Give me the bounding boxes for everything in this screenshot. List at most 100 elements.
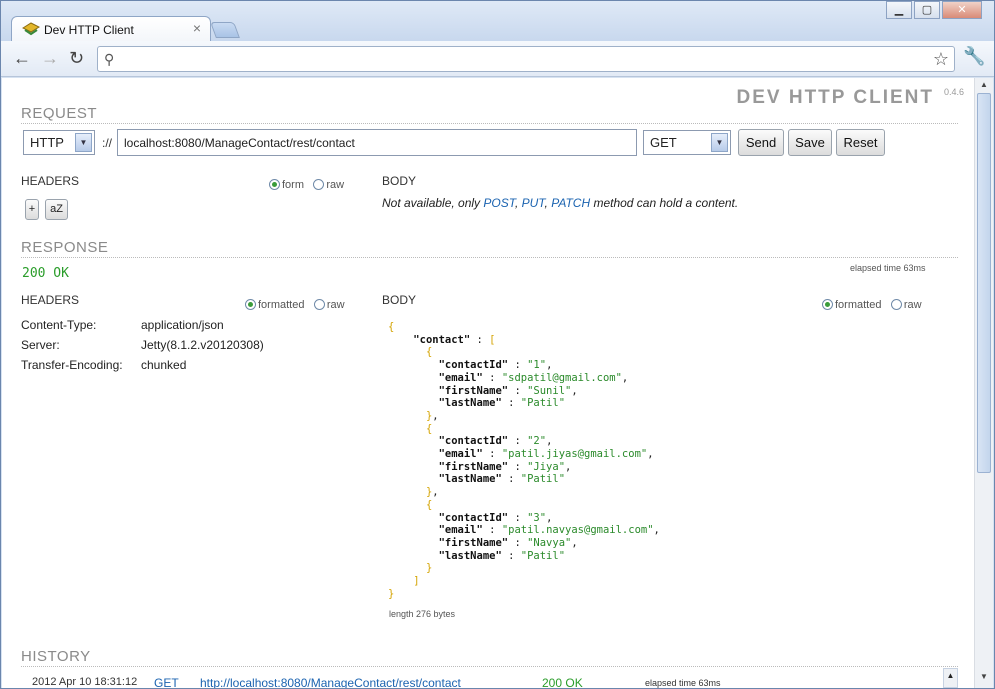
- tab-close-icon[interactable]: ×: [193, 20, 201, 36]
- patch-link[interactable]: PATCH: [551, 196, 590, 210]
- response-body-label: BODY: [382, 293, 417, 307]
- radio-form-label: form: [282, 179, 304, 191]
- json-object-close: }: [425, 562, 433, 575]
- radio-raw-label: raw: [326, 179, 345, 191]
- json-close-brace: }: [388, 587, 395, 600]
- response-body-mode: formatted raw: [822, 297, 928, 311]
- json-field: "lastName" : "Patil": [438, 473, 566, 486]
- radio-formatted[interactable]: [822, 299, 833, 310]
- minimize-button[interactable]: ▁: [886, 1, 912, 19]
- tab-strip: Dev HTTP Client × ▁ ▢ ✕: [1, 1, 994, 42]
- radio-raw-label: raw: [903, 299, 922, 311]
- request-headers-mode: form raw: [269, 177, 350, 191]
- json-field: "firstName" : "Jiya",: [438, 460, 572, 473]
- radio-raw[interactable]: [313, 299, 325, 310]
- body-note-prefix: Not available, only: [382, 196, 484, 210]
- json-object-open: {: [425, 422, 433, 435]
- post-link[interactable]: POST: [483, 196, 515, 210]
- response-headers-label: HEADERS: [21, 293, 80, 307]
- request-body-label: BODY: [382, 174, 417, 188]
- forward-button[interactable]: →: [41, 49, 59, 67]
- wrench-icon[interactable]: 🔧: [963, 46, 985, 67]
- close-window-button[interactable]: ✕: [942, 1, 982, 19]
- json-object-open: {: [425, 498, 433, 511]
- method-value: GET: [650, 135, 677, 150]
- response-heading: RESPONSE: [21, 239, 958, 258]
- radio-formatted-label: formatted: [258, 299, 305, 311]
- response-header-row: Server: Jetty(8.1.2.v20120308): [21, 338, 264, 352]
- json-object-close: },: [425, 409, 439, 422]
- url-separator: ://: [102, 136, 113, 150]
- tab-title: Dev HTTP Client: [44, 23, 134, 37]
- json-field: "email" : "patil.navyas@gmail.com",: [438, 524, 660, 537]
- protocol-select[interactable]: HTTP ▼: [23, 130, 95, 155]
- add-header-button[interactable]: +: [25, 199, 39, 220]
- maximize-button[interactable]: ▢: [914, 1, 940, 19]
- json-object-close: },: [425, 486, 439, 499]
- reset-button[interactable]: Reset: [836, 129, 885, 156]
- body-note: Not available, only POST, PUT, PATCH met…: [382, 196, 738, 210]
- star-icon[interactable]: ☆: [933, 49, 949, 70]
- header-key: Transfer-Encoding:: [21, 358, 123, 372]
- json-array-close: ]: [413, 575, 420, 588]
- put-link[interactable]: PUT: [522, 196, 545, 210]
- history-method[interactable]: GET: [154, 676, 179, 688]
- new-tab-button[interactable]: [210, 22, 240, 38]
- response-header-row: Transfer-Encoding: chunked: [21, 358, 186, 372]
- tab-dev-http-client[interactable]: Dev HTTP Client ×: [11, 16, 211, 42]
- app-version: 0.4.6: [943, 87, 964, 97]
- history-scroll-up[interactable]: ▲: [943, 668, 958, 688]
- radio-raw[interactable]: [313, 179, 325, 190]
- radio-raw-label: raw: [326, 299, 345, 311]
- header-value: application/json: [141, 318, 224, 332]
- response-header-row: Content-Type: application/json: [21, 318, 224, 332]
- send-button[interactable]: Send: [738, 129, 784, 156]
- scroll-down-arrow[interactable]: ▼: [977, 671, 991, 683]
- radio-formatted[interactable]: [245, 299, 256, 310]
- body-note-sep1: ,: [514, 196, 522, 210]
- response-status: 200 OK: [22, 266, 69, 281]
- page-scrollbar[interactable]: ▲ ▼: [974, 78, 993, 688]
- window-controls: ▁ ▢ ✕: [884, 1, 982, 19]
- json-array-key: "contact" : [: [413, 333, 496, 346]
- body-note-suffix: method can hold a content.: [590, 196, 739, 210]
- sort-headers-button[interactable]: aZ: [45, 199, 68, 220]
- scrollbar-thumb[interactable]: [977, 93, 991, 473]
- header-key: Server:: [21, 338, 60, 352]
- json-field: "contactId" : "3",: [438, 511, 553, 524]
- page-content: DEV HTTP CLIENT 0.4.6 REQUEST HTTP ▼ ://…: [2, 78, 974, 688]
- omnibox[interactable]: ⚲ ☆: [97, 46, 955, 72]
- history-heading: HISTORY: [21, 648, 958, 667]
- browser-window: Dev HTTP Client × ▁ ▢ ✕ ← → ↻ ⚲ ☆ 🔧 DEV …: [0, 0, 995, 689]
- scroll-up-arrow[interactable]: ▲: [977, 79, 991, 91]
- radio-form[interactable]: [269, 179, 280, 190]
- json-field: "email" : "patil.jiyas@gmail.com",: [438, 448, 654, 461]
- json-field: "lastName" : "Patil": [438, 397, 566, 410]
- header-value: chunked: [141, 358, 187, 372]
- history-row[interactable]: 2012 Apr 10 18:31:12 GET http://localhos…: [22, 674, 960, 688]
- response-headers-mode: formatted raw: [245, 297, 351, 311]
- response-elapsed: elapsed time 63ms: [850, 263, 926, 273]
- history-url[interactable]: http://localhost:8080/ManageContact/rest…: [200, 676, 461, 688]
- json-field: "lastName" : "Patil": [438, 549, 566, 562]
- chevron-down-icon: ▼: [711, 133, 728, 152]
- method-select[interactable]: GET ▼: [643, 130, 731, 155]
- header-value: Jetty(8.1.2.v20120308): [141, 338, 264, 352]
- request-heading: REQUEST: [21, 105, 958, 124]
- json-open-brace: {: [388, 321, 395, 333]
- request-headers-label: HEADERS: [21, 174, 80, 188]
- radio-raw[interactable]: [890, 299, 902, 310]
- json-object-open: {: [425, 346, 433, 359]
- json-field: "firstName" : "Sunil",: [438, 384, 578, 397]
- protocol-value: HTTP: [30, 135, 64, 150]
- save-button[interactable]: Save: [788, 129, 832, 156]
- json-field: "firstName" : "Navya",: [438, 536, 578, 549]
- history-status: 200 OK: [542, 676, 583, 688]
- search-icon: ⚲: [104, 51, 115, 67]
- url-input[interactable]: localhost:8080/ManageContact/rest/contac…: [117, 129, 637, 156]
- back-button[interactable]: ←: [13, 49, 31, 67]
- app-icon: [22, 22, 40, 36]
- reload-button[interactable]: ↻: [69, 49, 84, 67]
- radio-formatted-label: formatted: [835, 299, 882, 311]
- history-elapsed: elapsed time 63ms: [645, 678, 721, 688]
